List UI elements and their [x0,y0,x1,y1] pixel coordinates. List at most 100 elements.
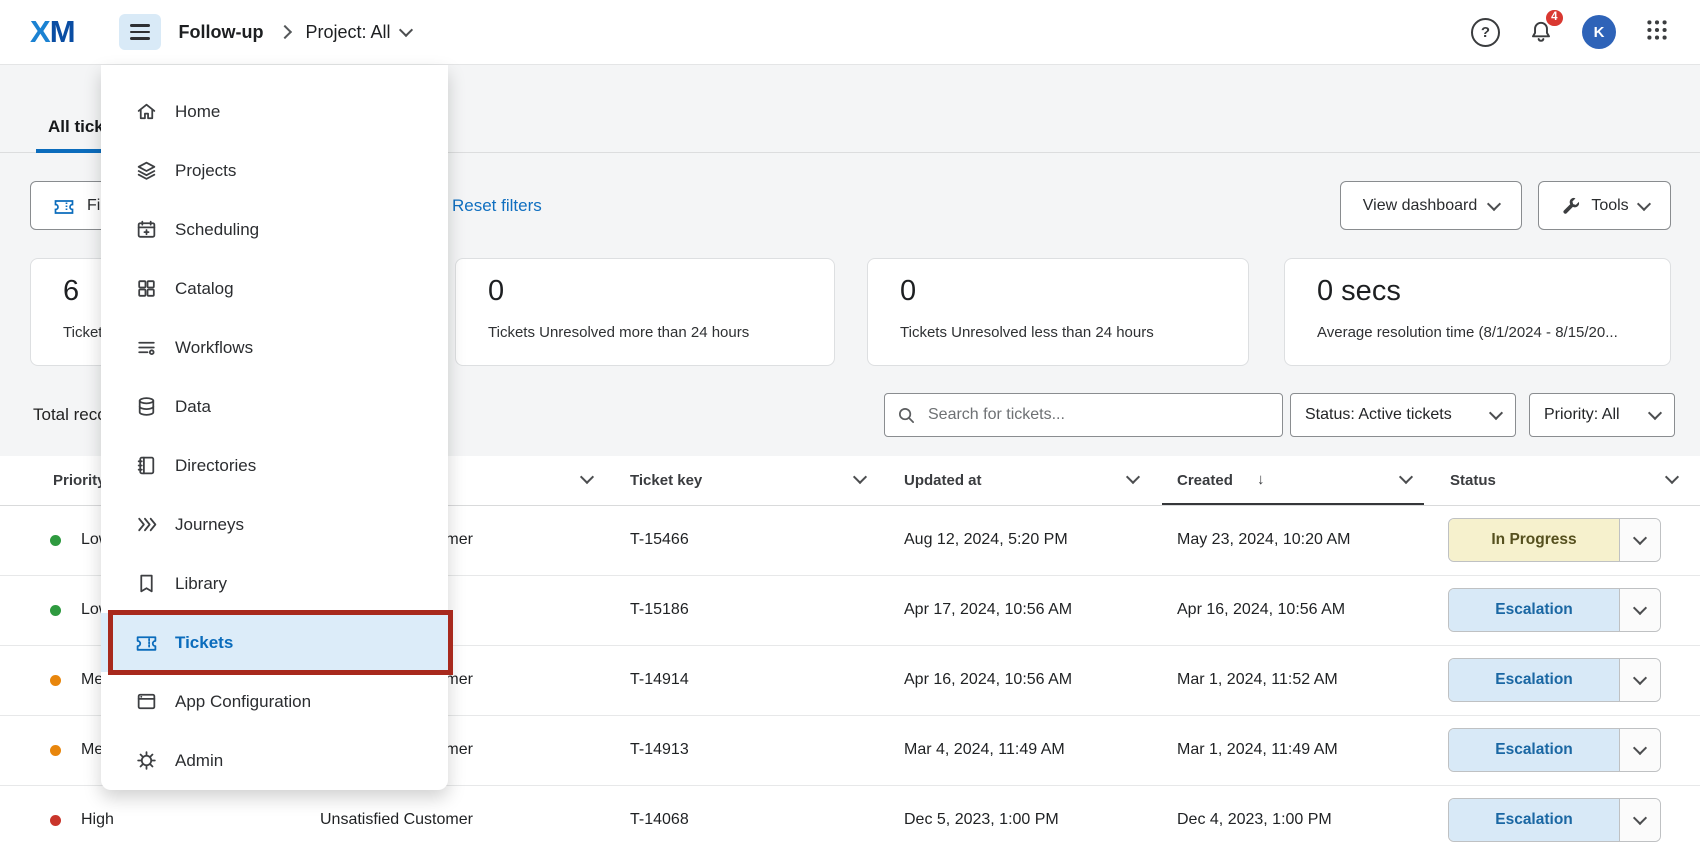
menu-item-app-configuration[interactable]: App Configuration [101,672,448,731]
navigation-menu: Home Projects Scheduling Catalog Workflo… [101,65,448,790]
status-dropdown[interactable]: Escalation [1448,728,1661,772]
column-header-created[interactable]: Created ↓ [1162,456,1424,505]
status-badge: In Progress [1449,519,1619,561]
cell-created: Apr 16, 2024, 10:56 AM [1177,575,1345,645]
status-chevron-button[interactable] [1619,799,1660,841]
sort-descending-icon: ↓ [1257,471,1265,488]
status-filter-dropdown[interactable]: Status: Active tickets [1290,393,1516,437]
chevron-down-icon [1633,811,1647,825]
search-input[interactable] [926,405,1260,425]
home-icon [135,100,158,123]
menu-item-label: Workflows [175,338,253,358]
chevron-down-icon [1633,671,1647,685]
view-dashboard-label: View dashboard [1363,197,1477,215]
menu-item-data[interactable]: Data [101,377,448,436]
status-dropdown[interactable]: In Progress [1448,518,1661,562]
hamburger-menu-button[interactable] [119,14,161,50]
chevron-down-icon [1648,406,1662,420]
stat-label: Tickets Unresolved less than 24 hours [900,324,1248,341]
stat-value: 0 [900,275,1248,308]
menu-item-label: Directories [175,456,256,476]
status-chevron-button[interactable] [1619,659,1660,701]
chevron-down-icon[interactable] [1126,470,1140,484]
notification-badge: 4 [1546,10,1563,26]
tools-button[interactable]: Tools [1538,181,1671,230]
menu-item-label: Data [175,397,211,417]
reset-filters-link[interactable]: Reset filters [452,196,542,216]
status-dropdown[interactable]: Escalation [1448,798,1661,842]
chevron-down-icon[interactable] [1665,470,1679,484]
stat-label: Average resolution time (8/1/2024 - 8/15… [1317,324,1670,341]
menu-item-label: Scheduling [175,220,259,240]
xm-logo: XM [30,14,75,50]
cell-priority: High [81,785,114,850]
breadcrumb-section: Follow-up [179,22,264,43]
status-dropdown[interactable]: Escalation [1448,588,1661,632]
menu-item-library[interactable]: Library [101,554,448,613]
cell-created: Mar 1, 2024, 11:52 AM [1177,645,1338,715]
priority-dot-medium [50,745,61,756]
chevron-down-icon [1633,531,1647,545]
cell-updated-at: Dec 5, 2023, 1:00 PM [904,785,1059,850]
chevron-down-icon [1489,406,1503,420]
apps-grid-icon[interactable] [1644,17,1670,48]
stat-value: 0 [488,275,834,308]
status-chevron-button[interactable] [1619,729,1660,771]
app-configuration-icon [135,690,158,713]
cell-ticket-name: Unsatisfied Customer [320,785,473,850]
column-header-priority[interactable]: Priority [53,456,106,505]
chevron-down-icon[interactable] [580,470,594,484]
menu-item-label: Journeys [175,515,244,535]
cell-ticket-key: T-15186 [630,575,689,645]
stat-value: 0 secs [1317,275,1670,308]
column-header-ticket-key[interactable]: Ticket key [630,456,702,505]
status-chevron-button[interactable] [1619,589,1660,631]
menu-item-admin[interactable]: Admin [101,731,448,790]
ticket-icon [53,195,75,217]
menu-item-journeys[interactable]: Journeys [101,495,448,554]
menu-item-label: Home [175,102,220,122]
status-dropdown[interactable]: Escalation [1448,658,1661,702]
tickets-icon [135,631,158,654]
project-selector[interactable]: Project: All [306,22,411,43]
notifications-button[interactable]: 4 [1528,19,1554,45]
priority-dot-high [50,815,61,826]
chevron-down-icon [1637,196,1651,210]
chevron-down-icon[interactable] [853,470,867,484]
table-row[interactable]: High Unsatisfied Customer T-14068 Dec 5,… [0,785,1700,850]
chevron-down-icon [1633,601,1647,615]
menu-item-projects[interactable]: Projects [101,141,448,200]
menu-item-home[interactable]: Home [101,82,448,141]
status-badge: Escalation [1449,589,1619,631]
menu-item-tickets[interactable]: Tickets [101,613,448,672]
admin-icon [135,749,158,772]
cell-created: Mar 1, 2024, 11:49 AM [1177,715,1338,785]
catalog-icon [135,277,158,300]
status-chevron-button[interactable] [1619,519,1660,561]
data-icon [135,395,158,418]
menu-item-workflows[interactable]: Workflows [101,318,448,377]
status-filter-label: Status: Active tickets [1305,406,1452,424]
menu-item-label: Projects [175,161,236,181]
directories-icon [135,454,158,477]
stat-card-unresolved-more-24h: 0 Tickets Unresolved more than 24 hours [455,258,835,366]
top-bar: XM Follow-up Project: All ? 4 K [0,0,1700,65]
column-header-updated-at[interactable]: Updated at [904,456,982,505]
menu-item-scheduling[interactable]: Scheduling [101,200,448,259]
status-badge: Escalation [1449,659,1619,701]
cell-created: Dec 4, 2023, 1:00 PM [1177,785,1332,850]
chevron-down-icon [398,23,412,37]
chevron-down-icon [1487,196,1501,210]
menu-item-label: Catalog [175,279,234,299]
view-dashboard-button[interactable]: View dashboard [1340,181,1522,230]
menu-item-catalog[interactable]: Catalog [101,259,448,318]
column-header-status[interactable]: Status [1450,456,1496,505]
menu-item-directories[interactable]: Directories [101,436,448,495]
priority-filter-dropdown[interactable]: Priority: All [1529,393,1675,437]
avatar[interactable]: K [1582,15,1616,49]
column-header-created-label: Created [1177,456,1233,505]
stat-label: Tickets Unresolved more than 24 hours [488,324,834,341]
stat-card-unresolved-less-24h: 0 Tickets Unresolved less than 24 hours [867,258,1249,366]
cell-updated-at: Mar 4, 2024, 11:49 AM [904,715,1065,785]
help-icon[interactable]: ? [1471,18,1500,47]
